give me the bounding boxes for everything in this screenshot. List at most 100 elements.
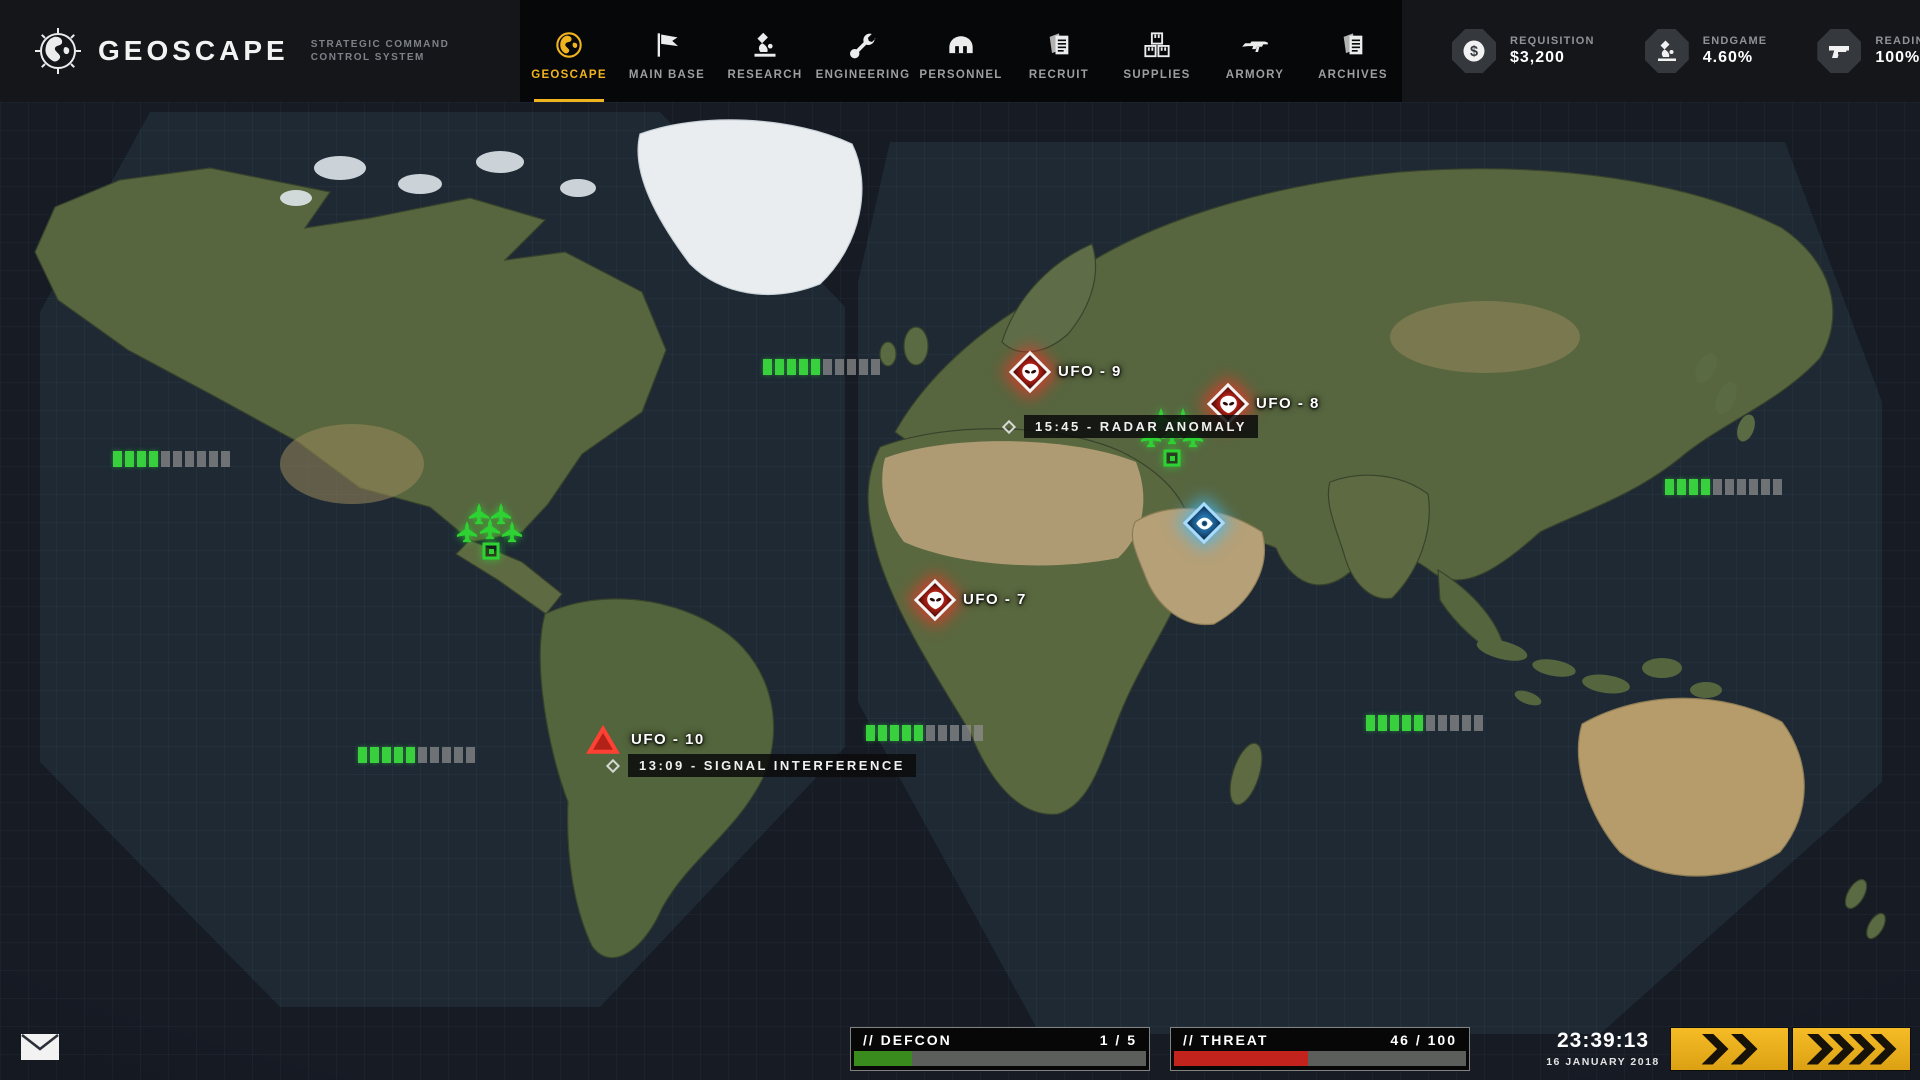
scan-segment [1665,479,1674,495]
scan-progress-bar [866,725,983,741]
scan-segment [466,747,475,763]
scan-segment [878,725,887,741]
barracks-icon [947,29,975,59]
scan-segment [890,725,899,741]
tab-armory[interactable]: ARMORY [1206,0,1304,102]
scan-segment [1378,715,1387,731]
resource-endgame: ENDGAME 4.60% [1645,29,1768,73]
ufo-label: UFO - 8 [1256,395,1320,412]
dollar-icon [1452,29,1496,73]
scan-segment [799,359,808,375]
ufo-label: UFO - 10 [631,731,705,748]
event-radar-anomaly: 15:45 - RADAR ANOMALY [1004,415,1258,438]
chevron-icon [1702,1034,1729,1065]
scan-segment [811,359,820,375]
clock-time: 23:39:13 [1543,1029,1663,1053]
scan-segment [149,451,158,467]
tab-engineering[interactable]: ENGINEERING [814,0,912,102]
scan-segment [406,747,415,763]
files-icon [1339,29,1367,59]
flag-icon [653,29,681,59]
geoscape-screen: UFO - 9 UFO - 8 UFO - 7 UFO - 10 15:45 -… [0,0,1920,1080]
tab-geoscape[interactable]: GEOSCAPE [520,0,618,102]
resource-requisition: REQUISITION $3,200 [1452,29,1595,73]
scan-segment [938,725,947,741]
main-nav: GEOSCAPE MAIN BASE RESEARCH ENGINEERING … [520,0,1402,102]
scan-segment [358,747,367,763]
geoscape-map[interactable]: UFO - 9 UFO - 8 UFO - 7 UFO - 10 15:45 -… [0,102,1920,1080]
scan-segment [787,359,796,375]
microscope-icon [751,29,779,59]
tab-archives[interactable]: ARCHIVES [1304,0,1402,102]
tab-recruit[interactable]: RECRUIT [1010,0,1108,102]
scan-segment [950,725,959,741]
alien-icon [926,591,945,610]
world-map [0,102,1920,1080]
scan-segment [1737,479,1746,495]
scan-segment [1713,479,1722,495]
event-signal-interference: 13:09 - SIGNAL INTERFERENCE [608,754,916,777]
scan-segment [221,451,230,467]
scan-segment [1689,479,1698,495]
documents-icon [1045,29,1073,59]
microscope-icon [1645,29,1689,73]
scan-segment [823,359,832,375]
time-speed-button-fastest[interactable] [1792,1027,1911,1071]
scan-segment [1450,715,1459,731]
scan-segment [775,359,784,375]
scan-segment [125,451,134,467]
scan-segment [902,725,911,741]
tab-supplies[interactable]: SUPPLIES [1108,0,1206,102]
scan-progress-bar [113,451,230,467]
scan-progress-bar [763,359,880,375]
scan-segment [1402,715,1411,731]
scan-segment [1725,479,1734,495]
event-diamond-icon [1002,419,1016,433]
scan-progress-bar [358,747,475,763]
scan-segment [763,359,772,375]
globe-reticle-icon [34,27,82,75]
scan-segment [113,451,122,467]
clock-date: 16 JANUARY 2018 [1543,1056,1663,1068]
messages-envelope-icon[interactable] [20,1033,60,1061]
app-title: GEOSCAPE [98,35,289,67]
defcon-track [854,1051,1146,1066]
scan-segment [1462,715,1471,731]
resource-readiness: READINESS 100% [1817,29,1920,73]
scan-segment [1701,479,1710,495]
interceptor-icon[interactable] [456,521,478,544]
interceptor-icon[interactable] [479,518,501,541]
scan-segment [871,359,880,375]
scan-segment [173,451,182,467]
tab-main-base[interactable]: MAIN BASE [618,0,716,102]
defcon-label: // DEFCON [863,1032,952,1048]
defcon-meter: // DEFCON 1 / 5 [850,1027,1150,1071]
threat-value: 46 / 100 [1390,1032,1457,1048]
defcon-value: 1 / 5 [1100,1032,1137,1048]
time-speed-button-fast[interactable] [1670,1027,1789,1071]
base-marker[interactable] [483,543,500,560]
app-subtitle: STRATEGIC COMMAND CONTROL SYSTEM [311,38,450,64]
scan-segment [1366,715,1375,731]
scan-segment [914,725,923,741]
interceptor-icon[interactable] [501,521,523,544]
scan-segment [1426,715,1435,731]
scan-segment [197,451,206,467]
chevron-icon [1807,1034,1834,1065]
threat-meter: // THREAT 46 / 100 [1170,1027,1470,1071]
defcon-fill [854,1051,912,1066]
scan-segment [962,725,971,741]
scan-segment [974,725,983,741]
base-marker[interactable] [1164,450,1181,467]
scan-segment [866,725,875,741]
scan-segment [209,451,218,467]
eye-icon [1195,514,1214,533]
tab-research[interactable]: RESEARCH [716,0,814,102]
scan-segment [454,747,463,763]
tab-personnel[interactable]: PERSONNEL [912,0,1010,102]
scan-segment [859,359,868,375]
scan-progress-bar [1665,479,1782,495]
scan-progress-bar [1366,715,1483,731]
scan-segment [1749,479,1758,495]
scan-segment [442,747,451,763]
